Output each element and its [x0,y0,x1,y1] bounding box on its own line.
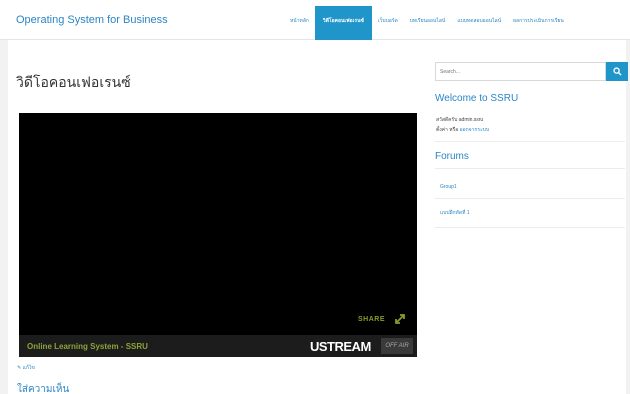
sidebar-divider [435,227,625,228]
forum-link-group1[interactable]: Group1 [440,184,457,190]
nav-item-home[interactable]: หน้าหลัก [284,6,315,40]
main-nav: หน้าหลัก วิดีโอคอนเฟอเรนซ์ เว็บบอร์ด บทเ… [284,6,570,40]
video-caption: Online Learning System - SSRU [27,342,148,351]
welcome-heading: Welcome to SSRU [435,93,519,104]
off-air-badge: OFF AIR [381,338,413,354]
edit-icon: ✎ [17,365,22,371]
logout-link[interactable]: ออกจากระบบ [460,127,490,133]
settings-prefix: ตั้งค่า หรือ [436,127,459,133]
search-input[interactable] [435,62,606,81]
account-links: ตั้งค่า หรือ ออกจากระบบ [436,126,489,134]
sidebar-divider [435,198,625,199]
search-icon [612,67,622,76]
share-button[interactable]: SHARE [358,316,385,323]
edit-link[interactable]: ✎ แก้ไข [17,364,35,372]
top-header: Operating System for Business หน้าหลัก ว… [0,0,630,40]
page-title: วิดีโอคอนเฟอเรนซ์ [16,74,131,90]
search-button[interactable] [606,62,628,81]
nav-item-online-lessons[interactable]: บทเรียนออนไลน์ [404,6,452,40]
video-player[interactable]: SHARE Online Learning System - SSRU USTR… [19,113,417,357]
forum-link-exercise1[interactable]: แบบฝึกหัดที่ 1 [440,209,470,217]
nav-item-video-conference[interactable]: วิดีโอคอนเฟอเรนซ์ [314,6,372,40]
comment-heading: ใส่ความเห็น [17,384,70,394]
forums-heading: Forums [435,151,469,162]
welcome-greeting: สวัสดีครับ admin.ssru [436,117,484,123]
nav-item-webboard[interactable]: เว็บบอร์ด [372,6,404,40]
fullscreen-icon[interactable] [393,312,407,326]
video-info-bar: Online Learning System - SSRU USTREAM OF… [19,335,417,357]
sidebar-divider [435,168,625,169]
edit-link-label: แก้ไข [22,365,35,371]
site-brand[interactable]: Operating System for Business [16,14,168,26]
nav-item-online-tests[interactable]: แบบทดสอบออนไลน์ [451,6,507,40]
sidebar-divider [435,141,625,142]
ustream-logo[interactable]: USTREAM [310,339,371,354]
nav-item-learning-results[interactable]: ผลการประเมินการเรียน [507,6,570,40]
